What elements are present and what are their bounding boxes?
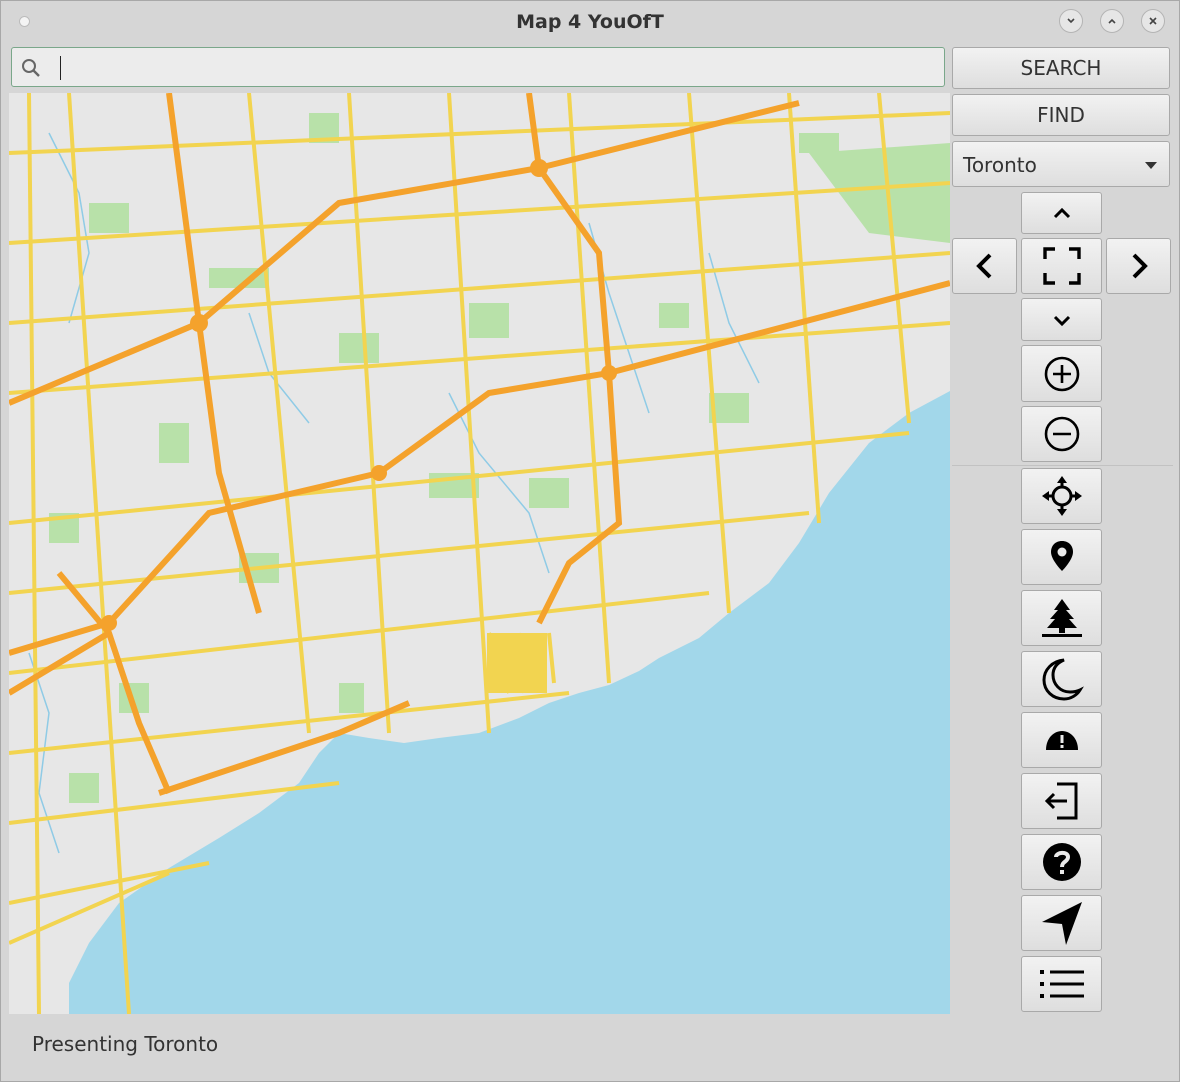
pan-left-button[interactable] bbox=[952, 238, 1017, 294]
pin-location-button[interactable] bbox=[1021, 529, 1102, 585]
pan-move-button[interactable] bbox=[1021, 468, 1102, 524]
incidents-button[interactable] bbox=[1021, 712, 1102, 768]
search-icon bbox=[22, 59, 40, 77]
moon-icon bbox=[1041, 658, 1084, 701]
arrow-up-icon bbox=[1053, 207, 1070, 219]
toolbar-separator bbox=[952, 465, 1173, 466]
text-caret bbox=[60, 56, 61, 80]
arrow-down-icon bbox=[1053, 315, 1070, 326]
help-button[interactable] bbox=[1021, 834, 1102, 890]
map-view[interactable] bbox=[9, 93, 950, 1014]
exit-button[interactable] bbox=[1021, 773, 1102, 829]
warning-icon bbox=[1045, 731, 1078, 750]
city-select-value: Toronto bbox=[963, 153, 1037, 177]
city-select[interactable]: Toronto bbox=[952, 141, 1170, 187]
chevron-up-icon bbox=[1108, 18, 1116, 24]
maximize-button[interactable] bbox=[1100, 9, 1124, 33]
map-pin-icon bbox=[1050, 541, 1073, 571]
pan-right-button[interactable] bbox=[1106, 238, 1171, 294]
help-icon bbox=[1042, 843, 1081, 881]
title-bar: Map 4 YouOfT bbox=[1, 1, 1179, 45]
minimize-button[interactable] bbox=[1059, 9, 1083, 33]
night-mode-button[interactable] bbox=[1021, 651, 1102, 707]
search-input[interactable] bbox=[48, 54, 932, 82]
list-icon bbox=[1039, 970, 1084, 998]
map-canvas[interactable] bbox=[9, 93, 950, 1014]
find-button[interactable]: FIND bbox=[952, 94, 1170, 136]
status-message: Presenting Toronto bbox=[32, 1032, 219, 1056]
list-button[interactable] bbox=[1021, 956, 1102, 1012]
exit-icon bbox=[1044, 782, 1077, 820]
arrow-left-icon bbox=[975, 253, 991, 279]
zoom-out-icon bbox=[1044, 416, 1079, 452]
search-button[interactable]: SEARCH bbox=[952, 47, 1170, 89]
zoom-in-button[interactable] bbox=[1021, 345, 1102, 402]
fullscreen-icon bbox=[1042, 247, 1081, 285]
app-window: Map 4 YouOfT SEARCH FIND Toronto Present… bbox=[0, 0, 1180, 1082]
close-button[interactable] bbox=[1141, 9, 1165, 33]
zoom-in-icon bbox=[1044, 356, 1079, 391]
pan-down-button[interactable] bbox=[1021, 298, 1102, 341]
pan-up-button[interactable] bbox=[1021, 192, 1102, 234]
zoom-out-button[interactable] bbox=[1021, 406, 1102, 462]
fullscreen-button[interactable] bbox=[1021, 238, 1102, 294]
window-title: Map 4 YouOfT bbox=[516, 11, 664, 33]
navigate-icon bbox=[1041, 902, 1082, 945]
arrow-right-icon bbox=[1132, 253, 1148, 279]
parks-toggle-button[interactable] bbox=[1021, 590, 1102, 646]
chevron-down-icon bbox=[1067, 18, 1075, 24]
search-field[interactable] bbox=[11, 47, 945, 87]
dropdown-arrow-icon bbox=[1145, 162, 1157, 169]
close-icon bbox=[1149, 17, 1157, 25]
navigate-button[interactable] bbox=[1021, 895, 1102, 951]
move-icon bbox=[1041, 476, 1082, 516]
downtown-core bbox=[487, 633, 547, 693]
tree-icon bbox=[1041, 599, 1082, 637]
